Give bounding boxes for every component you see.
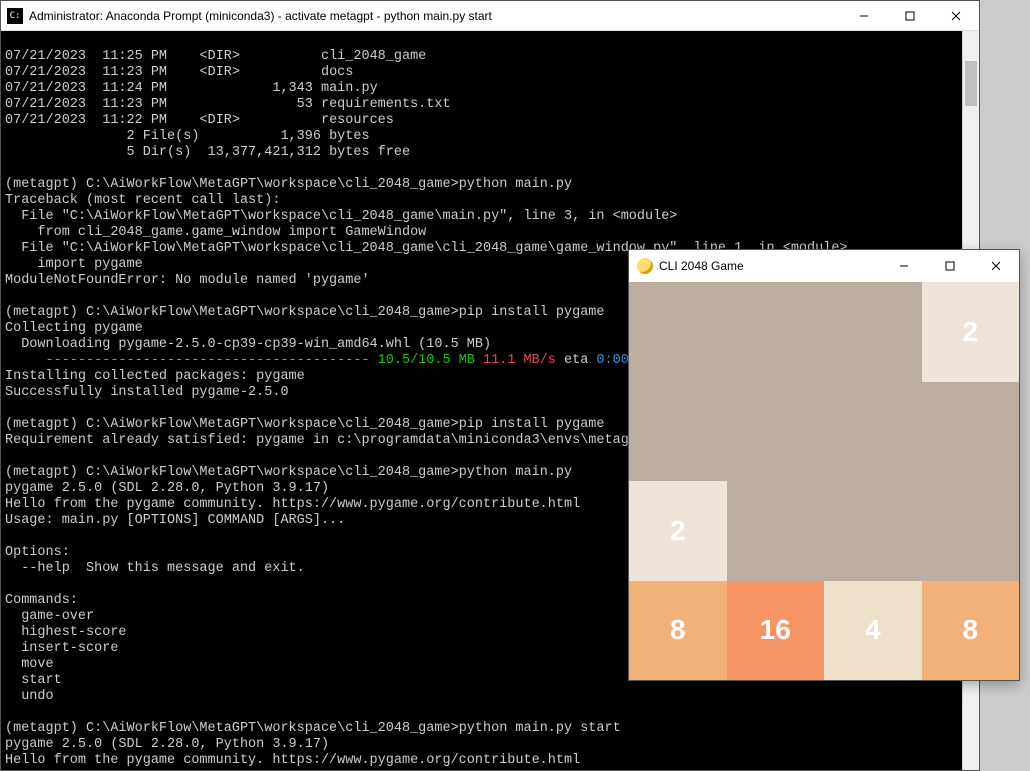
pip-output: Collecting pygame xyxy=(5,321,143,336)
game-cell xyxy=(824,382,922,482)
terminal-window-controls xyxy=(841,1,979,31)
close-button[interactable] xyxy=(973,251,1019,281)
traceback: ModuleNotFoundError: No module named 'py… xyxy=(5,273,370,288)
game-cell: 2 xyxy=(922,282,1020,382)
cmd-icon: C: xyxy=(7,8,23,24)
game-cell xyxy=(922,382,1020,482)
stdout: game-over xyxy=(5,609,94,624)
game-cell xyxy=(824,282,922,382)
stdout: Usage: main.py [OPTIONS] COMMAND [ARGS].… xyxy=(5,513,345,528)
maximize-button[interactable] xyxy=(887,1,933,31)
traceback: import pygame xyxy=(5,257,143,272)
game-titlebar[interactable]: CLI 2048 Game xyxy=(629,250,1019,282)
dir-summary-files: 2 File(s) 1,396 bytes xyxy=(5,129,370,144)
traceback: from cli_2048_game.game_window import Ga… xyxy=(5,225,426,240)
traceback: Traceback (most recent call last): xyxy=(5,193,280,208)
stdout: Hello from the pygame community. https:/… xyxy=(5,497,580,512)
pygame-icon xyxy=(637,258,653,274)
dir-line: 07/21/2023 11:25 PM <DIR> cli_2048_game xyxy=(5,49,426,64)
game-window: CLI 2048 Game 2281648 xyxy=(628,249,1020,681)
game-cell xyxy=(727,481,825,581)
stdout: --help Show this message and exit. xyxy=(5,561,305,576)
game-cell: 8 xyxy=(922,581,1020,681)
stdout: move xyxy=(5,657,54,672)
stdout: start xyxy=(5,673,62,688)
prompt-line: (metagpt) C:\AiWorkFlow\MetaGPT\workspac… xyxy=(5,417,605,432)
prompt-line: (metagpt) C:\AiWorkFlow\MetaGPT\workspac… xyxy=(5,465,572,480)
minimize-button[interactable] xyxy=(841,1,887,31)
game-cell xyxy=(922,481,1020,581)
pip-output: Requirement already satisfied: pygame in… xyxy=(5,433,637,448)
stdout: Commands: xyxy=(5,593,78,608)
game-cell: 2 xyxy=(629,481,727,581)
game-title: CLI 2048 Game xyxy=(659,259,744,273)
prompt-line: (metagpt) C:\AiWorkFlow\MetaGPT\workspac… xyxy=(5,721,621,736)
close-button[interactable] xyxy=(933,1,979,31)
stdout: pygame 2.5.0 (SDL 2.28.0, Python 3.9.17) xyxy=(5,481,329,496)
game-cell: 8 xyxy=(629,581,727,681)
traceback: File "C:\AiWorkFlow\MetaGPT\workspace\cl… xyxy=(5,209,677,224)
scrollbar-thumb[interactable] xyxy=(965,61,977,106)
prompt-line: (metagpt) C:\AiWorkFlow\MetaGPT\workspac… xyxy=(5,177,572,192)
dir-line: 07/21/2023 11:23 PM <DIR> docs xyxy=(5,65,353,80)
pip-output: Installing collected packages: pygame xyxy=(5,369,305,384)
minimize-button[interactable] xyxy=(881,251,927,281)
game-window-controls xyxy=(881,251,1019,281)
game-cell xyxy=(727,282,825,382)
game-cell xyxy=(727,382,825,482)
maximize-button[interactable] xyxy=(927,251,973,281)
stdout: highest-score xyxy=(5,625,127,640)
game-cell: 4 xyxy=(824,581,922,681)
game-cell xyxy=(824,481,922,581)
prompt-line: (metagpt) C:\AiWorkFlow\MetaGPT\workspac… xyxy=(5,305,605,320)
terminal-titlebar[interactable]: C: Administrator: Anaconda Prompt (minic… xyxy=(1,1,979,31)
game-cell: 16 xyxy=(727,581,825,681)
pip-output: Downloading pygame-2.5.0-cp39-cp39-win_a… xyxy=(5,337,491,352)
stdout: undo xyxy=(5,689,54,704)
game-cell xyxy=(629,282,727,382)
stdout: insert-score xyxy=(5,641,118,656)
game-cell xyxy=(629,382,727,482)
pip-progress: ----------------------------------------… xyxy=(5,353,637,368)
pip-output: Successfully installed pygame-2.5.0 xyxy=(5,385,289,400)
game-board[interactable]: 2281648 xyxy=(629,282,1019,680)
terminal-title: Administrator: Anaconda Prompt (minicond… xyxy=(29,9,492,23)
dir-line: 07/21/2023 11:23 PM 53 requirements.txt xyxy=(5,97,451,112)
dir-line: 07/21/2023 11:24 PM 1,343 main.py xyxy=(5,81,378,96)
dir-summary-dirs: 5 Dir(s) 13,377,421,312 bytes free xyxy=(5,145,410,160)
dir-line: 07/21/2023 11:22 PM <DIR> resources xyxy=(5,113,394,128)
stdout: pygame 2.5.0 (SDL 2.28.0, Python 3.9.17) xyxy=(5,737,329,752)
stdout: Hello from the pygame community. https:/… xyxy=(5,753,580,768)
stdout: Options: xyxy=(5,545,70,560)
